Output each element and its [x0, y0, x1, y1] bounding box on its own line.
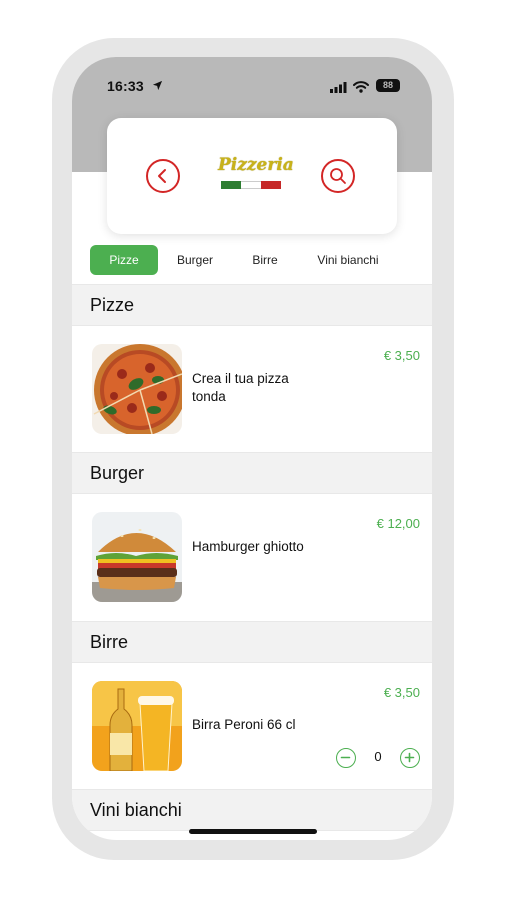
menu-item-burger[interactable]: Hamburger ghiotto € 12,00 [72, 494, 432, 621]
logo-flag [221, 181, 281, 189]
menu-item-pizza[interactable]: Crea il tua pizza tonda € 3,50 [72, 326, 432, 452]
increase-button[interactable] [400, 748, 420, 768]
plus-icon [404, 752, 415, 763]
menu-item-birra[interactable]: Birra Peroni 66 cl € 3,50 0 [72, 663, 432, 789]
section-header-pizze: Pizze [72, 284, 432, 326]
burger-image [92, 512, 182, 602]
quantity-stepper: 0 [336, 748, 420, 770]
item-name: Crea il tua pizza tonda [192, 371, 289, 404]
section-header-vini-bianchi: Vini bianchi [72, 789, 432, 831]
decrease-button[interactable] [336, 748, 356, 768]
pizzeria-logo: Pizzeria [215, 154, 294, 198]
item-name: Birra Peroni 66 cl [192, 717, 296, 732]
app-screen: 16:33 88 Pizzeria Pizze Burger Birre Vin… [72, 57, 432, 840]
tab-birre[interactable]: Birre [242, 245, 288, 275]
item-price: € 3,50 [383, 685, 420, 700]
section-header-burger: Burger [72, 452, 432, 494]
location-arrow-icon [152, 80, 163, 91]
battery-icon: 88 [376, 79, 400, 92]
category-tabs: Pizze Burger Birre Vini bianchi [72, 243, 432, 277]
back-button[interactable] [146, 159, 180, 193]
pizza-image [92, 344, 182, 434]
chevron-left-icon [158, 169, 166, 183]
wifi-icon [353, 81, 369, 93]
minus-icon [340, 756, 351, 759]
quantity-value: 0 [374, 749, 382, 764]
tab-vini-bianchi[interactable]: Vini bianchi [308, 245, 388, 275]
logo-text: Pizzeria [218, 155, 294, 175]
tab-pizze[interactable]: Pizze [90, 245, 158, 275]
signal-icon [330, 82, 347, 93]
tab-burger[interactable]: Burger [168, 245, 222, 275]
section-header-birre: Birre [72, 621, 432, 663]
search-icon [330, 168, 346, 184]
home-indicator[interactable] [189, 829, 317, 834]
header-card: Pizzeria [107, 118, 397, 234]
status-bar: 16:33 88 [72, 57, 432, 113]
status-time: 16:33 [107, 78, 144, 94]
search-button[interactable] [321, 159, 355, 193]
item-name: Hamburger ghiotto [192, 539, 304, 554]
item-price: € 12,00 [376, 516, 420, 531]
item-price: € 3,50 [383, 348, 420, 363]
beer-image [92, 681, 182, 771]
